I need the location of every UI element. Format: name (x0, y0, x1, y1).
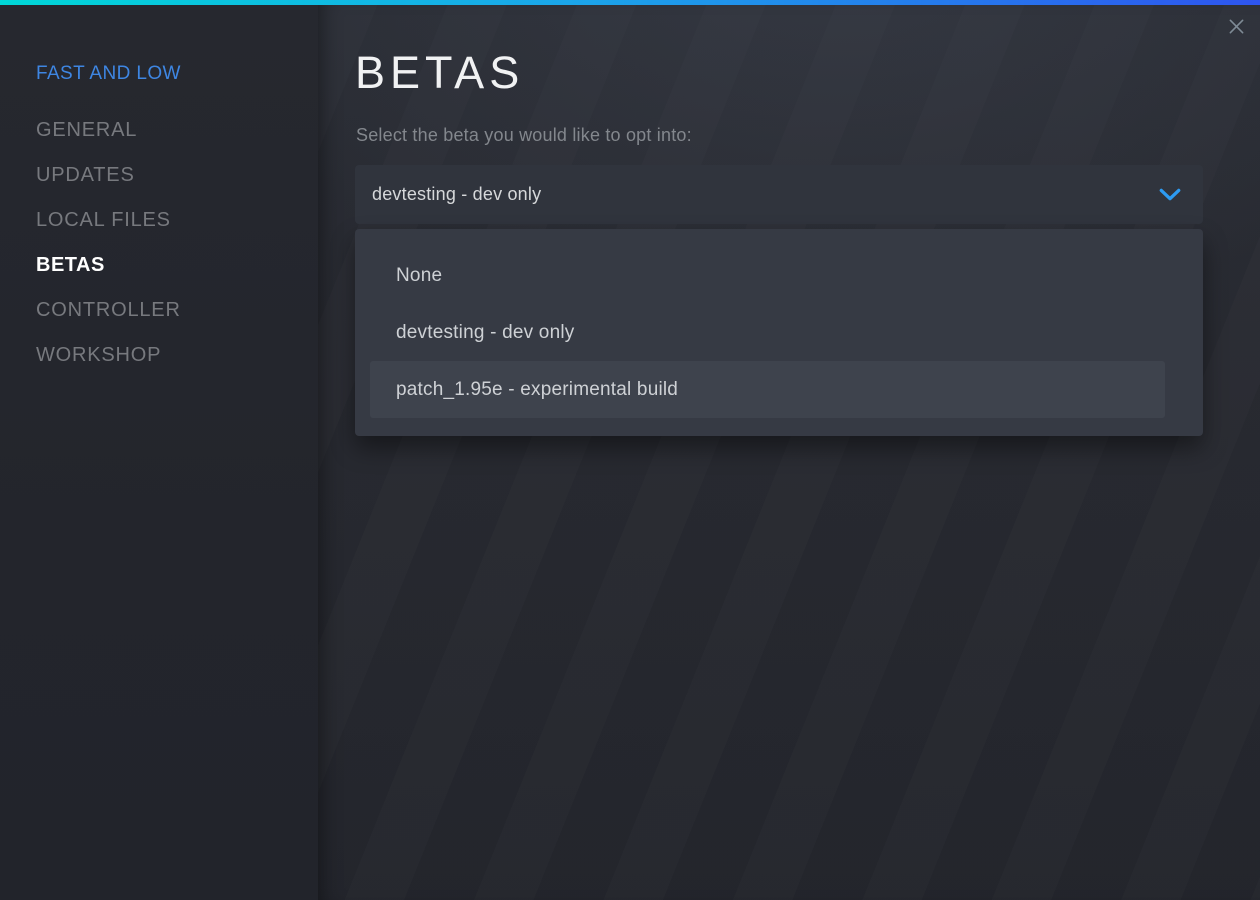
beta-select[interactable]: devtesting - dev only (355, 165, 1203, 224)
sidebar-item-betas[interactable]: BETAS (0, 243, 318, 288)
close-button[interactable] (1224, 14, 1248, 38)
dropdown-option-none[interactable]: None (370, 247, 1165, 304)
dropdown-option-patch-1-95e[interactable]: patch_1.95e - experimental build (370, 361, 1165, 418)
beta-select-value: devtesting - dev only (372, 184, 542, 204)
window-accent-bar (0, 0, 1260, 5)
game-properties-dialog: FAST AND LOW GENERAL UPDATES LOCAL FILES… (0, 0, 1260, 900)
sidebar: FAST AND LOW GENERAL UPDATES LOCAL FILES… (0, 5, 318, 900)
sidebar-item-updates[interactable]: UPDATES (0, 153, 318, 198)
sidebar-nav: GENERAL UPDATES LOCAL FILES BETAS CONTRO… (0, 108, 318, 378)
page-title: BETAS (355, 47, 525, 98)
sidebar-game-title[interactable]: FAST AND LOW (0, 62, 318, 86)
sidebar-item-controller[interactable]: CONTROLLER (0, 288, 318, 333)
sidebar-item-general[interactable]: GENERAL (0, 108, 318, 153)
chevron-down-icon (1159, 188, 1181, 202)
sidebar-item-local-files[interactable]: LOCAL FILES (0, 198, 318, 243)
beta-dropdown-list: None devtesting - dev only patch_1.95e -… (355, 229, 1203, 436)
dropdown-option-devtesting[interactable]: devtesting - dev only (370, 304, 1165, 361)
sidebar-item-workshop[interactable]: WORKSHOP (0, 333, 318, 378)
main-panel: BETAS Select the beta you would like to … (318, 5, 1260, 900)
close-icon (1228, 18, 1245, 35)
beta-select-label: Select the beta you would like to opt in… (356, 125, 692, 145)
